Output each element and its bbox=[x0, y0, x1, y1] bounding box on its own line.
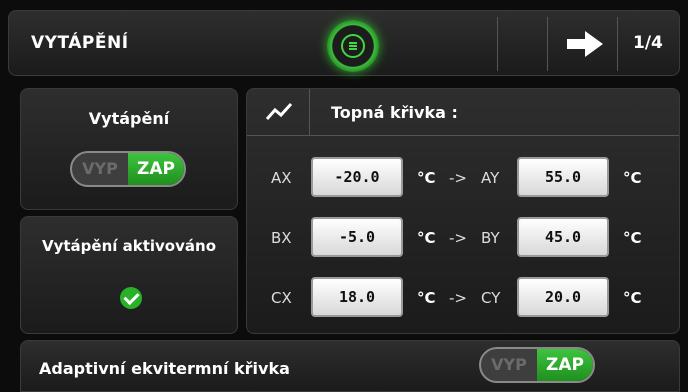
by-value-field[interactable]: 45.0 bbox=[517, 217, 609, 257]
arrow-label: -> bbox=[449, 169, 467, 187]
bx-value-field[interactable]: -5.0 bbox=[311, 217, 403, 257]
header-divider bbox=[497, 17, 498, 71]
toggle-off-label: VYP bbox=[491, 355, 527, 374]
unit-label: °C bbox=[417, 169, 436, 187]
adaptive-curve-toggle[interactable]: VYP ZAP bbox=[479, 347, 595, 383]
heating-label: Vytápění bbox=[88, 109, 170, 128]
ax-label: AX bbox=[271, 169, 292, 187]
toggle-off-label: VYP bbox=[82, 159, 118, 178]
heating-activated-panel: Vytápění aktivováno bbox=[20, 216, 238, 334]
header-divider bbox=[617, 17, 618, 71]
header-divider bbox=[309, 89, 310, 135]
check-icon bbox=[120, 287, 142, 309]
curve-title: Topná křivka : bbox=[331, 103, 458, 122]
arrow-label: -> bbox=[449, 229, 467, 247]
menu-icon bbox=[341, 34, 365, 58]
chart-icon bbox=[265, 102, 293, 120]
toggle-on-label: ZAP bbox=[537, 349, 593, 381]
menu-button[interactable] bbox=[327, 20, 379, 72]
unit-label: °C bbox=[623, 229, 642, 247]
unit-label: °C bbox=[623, 289, 642, 307]
arrow-right-icon[interactable] bbox=[565, 29, 605, 59]
bx-label: BX bbox=[271, 229, 292, 247]
toggle-on-label: ZAP bbox=[128, 153, 184, 185]
cy-value-field[interactable]: 20.0 bbox=[517, 277, 609, 317]
heating-panel: Vytápění VYP ZAP bbox=[20, 88, 238, 210]
cx-value-field[interactable]: 18.0 bbox=[311, 277, 403, 317]
heating-toggle[interactable]: VYP ZAP bbox=[70, 151, 186, 187]
adaptive-curve-panel: Adaptivní ekvitermní křivka VYP ZAP bbox=[20, 340, 680, 392]
unit-label: °C bbox=[417, 229, 436, 247]
unit-label: °C bbox=[623, 169, 642, 187]
cy-label: CY bbox=[481, 289, 501, 307]
arrow-label: -> bbox=[449, 289, 467, 307]
header-divider bbox=[547, 17, 548, 71]
ax-value-field[interactable]: -20.0 bbox=[311, 157, 403, 197]
cx-label: CX bbox=[271, 289, 292, 307]
by-label: BY bbox=[481, 229, 500, 247]
unit-label: °C bbox=[417, 289, 436, 307]
ay-value-field[interactable]: 55.0 bbox=[517, 157, 609, 197]
heating-curve-panel: Topná křivka : AX -20.0 °C -> AY 55.0 °C… bbox=[246, 88, 680, 334]
header-bar: VYTÁPĚNÍ 1/4 bbox=[8, 10, 680, 76]
heating-activated-label: Vytápění aktivováno bbox=[41, 237, 216, 255]
adaptive-curve-label: Adaptivní ekvitermní křivka bbox=[39, 359, 290, 378]
ay-label: AY bbox=[481, 169, 500, 187]
page-title: VYTÁPĚNÍ bbox=[31, 33, 129, 53]
header-divider bbox=[247, 135, 679, 136]
page-indicator: 1/4 bbox=[633, 33, 663, 53]
